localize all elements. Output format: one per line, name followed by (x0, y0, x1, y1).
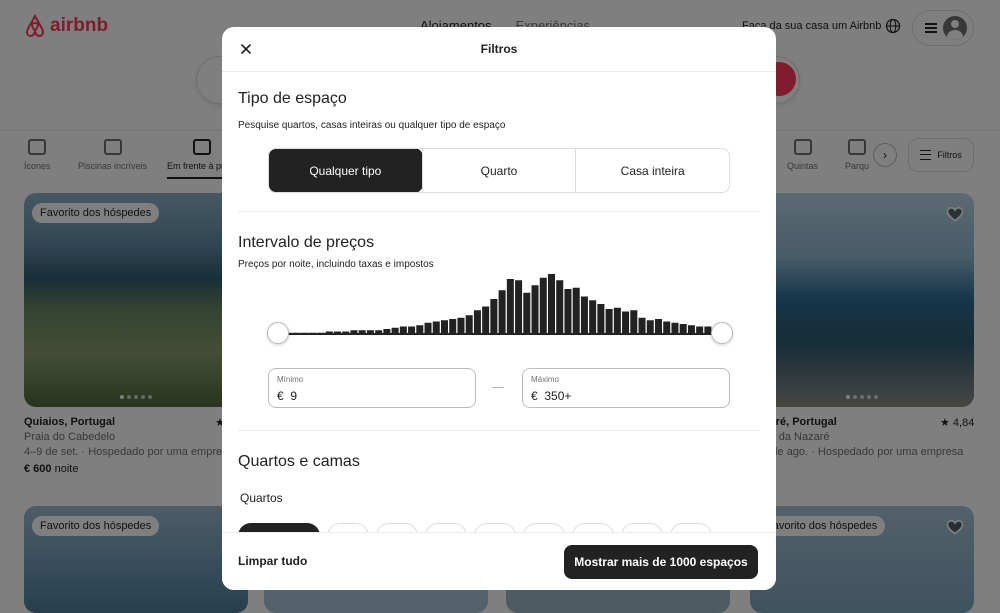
price-range-track (278, 333, 722, 335)
currency-symbol: € (531, 389, 538, 403)
histogram-bar (440, 320, 449, 334)
histogram-bar (605, 309, 613, 334)
price-max-value: € 350+ (531, 389, 571, 403)
rooms-option[interactable] (572, 523, 614, 532)
histogram-bar (473, 310, 481, 334)
section-divider (238, 430, 760, 431)
space-type-subtitle: Pesquise quartos, casas inteiras ou qual… (238, 120, 506, 131)
modal-body[interactable]: Tipo de espaço Pesquise quartos, casas i… (222, 72, 776, 532)
space-type-selector: Qualquer tipo Quarto Casa inteira (268, 148, 730, 193)
rooms-option[interactable] (425, 523, 467, 532)
price-range-title: Intervalo de preços (238, 234, 375, 251)
price-min-label: Mínimo (277, 375, 304, 384)
histogram-bar (515, 280, 523, 334)
price-min-handle[interactable] (267, 322, 289, 344)
rooms-option[interactable] (327, 523, 369, 532)
histogram-bar (465, 315, 473, 334)
currency-symbol: € (277, 389, 284, 403)
space-type-title: Tipo de espaço (238, 90, 347, 107)
price-max-handle[interactable] (711, 322, 733, 344)
histogram-bar (572, 287, 580, 334)
space-type-room[interactable]: Quarto (421, 149, 576, 192)
price-min-field[interactable]: Mínimo € 9 (268, 368, 476, 408)
section-divider (238, 211, 760, 212)
histogram-bar (556, 280, 564, 334)
rooms-label: Quartos (240, 491, 283, 505)
histogram-bar (564, 289, 572, 334)
modal-footer: Limpar tudo Mostrar mais de 1000 espaços (222, 532, 776, 590)
histogram-bar (630, 310, 638, 334)
histogram-bar (482, 306, 490, 334)
histogram-bar (638, 317, 646, 334)
histogram-bar (457, 317, 465, 334)
clear-all-button[interactable]: Limpar tudo (238, 554, 307, 568)
histogram-bar (580, 296, 588, 334)
modal-title: Filtros (480, 42, 518, 56)
histogram-bar (531, 285, 539, 334)
price-max-amount: 350+ (544, 389, 572, 403)
histogram-bar (449, 319, 457, 334)
space-type-entire-home[interactable]: Casa inteira (575, 149, 729, 192)
rooms-option[interactable] (621, 523, 663, 532)
space-type-any[interactable]: Qualquer tipo (269, 149, 422, 192)
price-max-field[interactable]: Máximo € 350+ (522, 368, 730, 408)
price-min-value: € 9 (277, 389, 297, 403)
show-results-button[interactable]: Mostrar mais de 1000 espaços (564, 545, 758, 579)
price-range-subtitle: Preços por noite, incluindo taxas e impo… (238, 259, 434, 270)
rooms-beds-title: Quartos e camas (238, 453, 360, 470)
price-max-label: Máximo (531, 375, 560, 384)
histogram-bar (597, 304, 605, 334)
histogram-bar (646, 320, 654, 334)
histogram-bar (490, 299, 498, 334)
histogram-bar (547, 274, 556, 334)
rooms-option[interactable] (474, 523, 516, 532)
histogram-bar (613, 307, 621, 334)
modal-header: Filtros (222, 27, 776, 72)
rooms-option[interactable] (523, 523, 565, 532)
price-min-amount: 9 (290, 389, 298, 403)
histogram-bar (498, 290, 506, 334)
histogram-bar (506, 279, 514, 334)
filters-modal: Filtros Tipo de espaço Pesquise quartos,… (222, 27, 776, 590)
histogram-bar (523, 292, 531, 334)
histogram-bar (589, 300, 597, 334)
rooms-option-any[interactable] (238, 523, 320, 532)
histogram-bar (622, 311, 630, 334)
rooms-option[interactable] (376, 523, 418, 532)
histogram-bar (539, 277, 547, 334)
histogram-bar (654, 319, 663, 334)
rooms-option[interactable] (670, 523, 712, 532)
price-histogram (284, 274, 712, 334)
price-separator (492, 387, 504, 388)
